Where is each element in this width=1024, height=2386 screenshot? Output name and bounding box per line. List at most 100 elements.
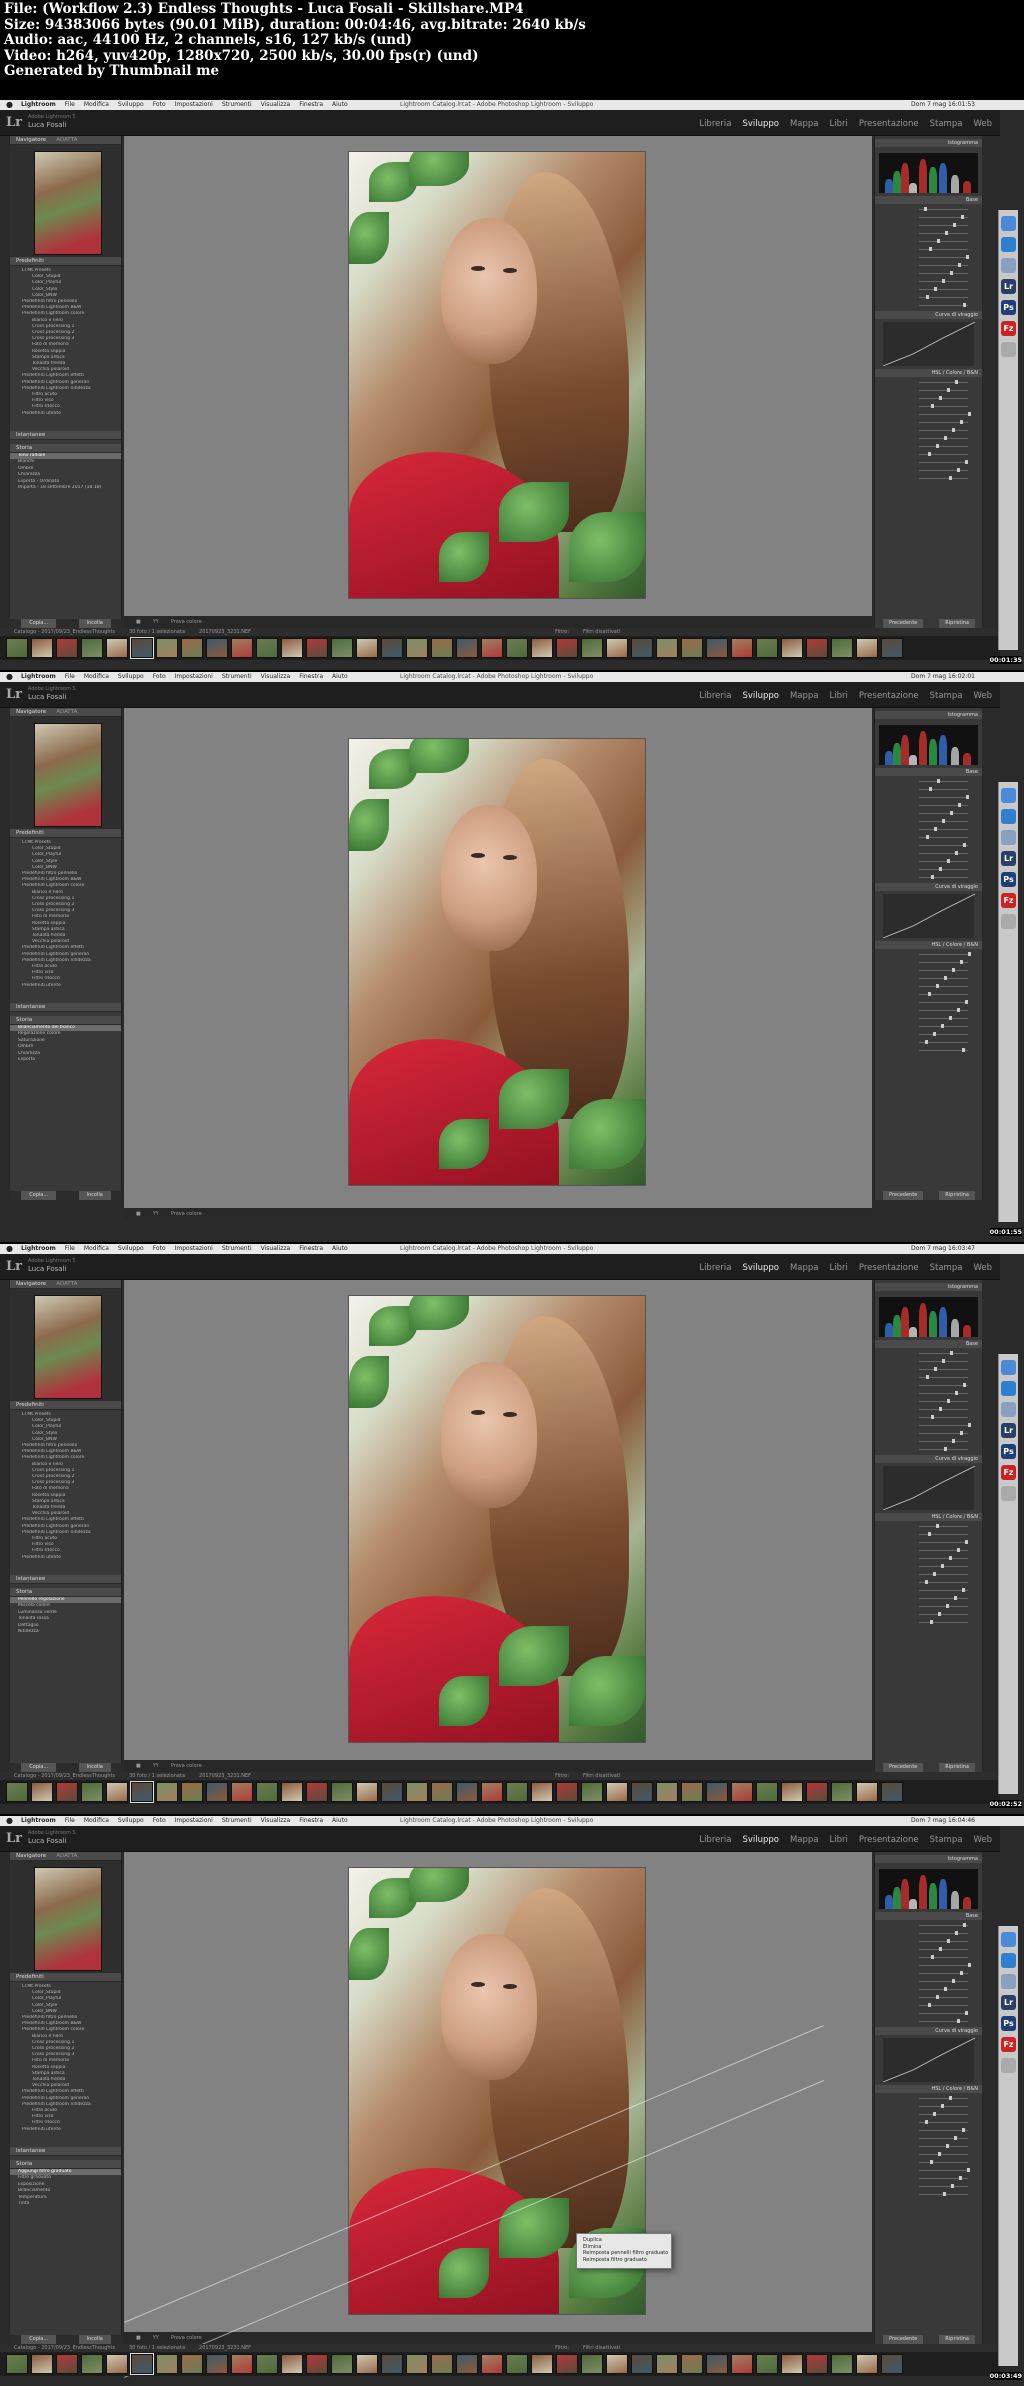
snapshots-header[interactable]: Istantanee [10,1002,121,1012]
navigator-header[interactable]: Navigatore ADATTA [10,708,121,717]
menu-item[interactable]: Visualizza [261,672,291,682]
tone-curve-line[interactable] [882,1465,976,1511]
menu-item[interactable]: Impostazioni [175,672,213,682]
trash-icon[interactable] [1001,2058,1016,2073]
filmstrip-thumbnail[interactable] [156,1782,178,1802]
module-tab[interactable]: Web [973,1835,992,1845]
filmstrip-thumbnail[interactable] [206,1782,228,1802]
filmstrip-thumbnail[interactable] [781,1782,803,1802]
module-tab[interactable]: Presentazione [859,119,919,129]
adjust-slider[interactable] [879,2095,978,2101]
history-item[interactable]: Importa - 18 settembre 2017 (18:18) [10,485,121,491]
filmstrip-thumbnail[interactable] [681,1782,703,1802]
paste-button[interactable]: Incolla [78,1191,111,1200]
menu-item[interactable]: Foto [153,1244,166,1254]
menu-item[interactable]: Aiuto [332,100,348,110]
module-tab[interactable]: Libri [830,1835,848,1845]
module-tab[interactable]: Web [973,1263,992,1273]
adjust-slider[interactable] [879,246,978,252]
filmstrip-thumbnail[interactable] [506,1782,528,1802]
finder-icon[interactable] [1001,216,1016,231]
filmstrip-thumbnail[interactable] [456,1782,478,1802]
adjust-slider[interactable] [879,262,978,268]
filmstrip-thumbnail[interactable] [281,1782,303,1802]
adjust-slider[interactable] [879,1946,978,1952]
adjust-slider[interactable] [879,1414,978,1420]
histogram-header[interactable]: Istogramma [875,711,982,719]
filmstrip-thumbnail[interactable] [356,2354,378,2374]
mail-icon[interactable] [1001,1974,1016,1989]
adjust-slider[interactable] [879,230,978,236]
module-tab[interactable]: Sviluppo [742,1263,779,1273]
photoshop-icon[interactable]: Ps [1001,2016,1016,2031]
filmstrip-thumbnail[interactable] [381,638,403,658]
filmstrip-thumbnail[interactable] [431,638,453,658]
filmstrip-thumbnail[interactable] [56,2354,78,2374]
navigator-thumbnail[interactable] [34,1295,102,1399]
adjust-slider[interactable] [879,2191,978,2197]
filmstrip-thumbnail[interactable] [106,638,128,658]
trash-icon[interactable] [1001,1486,1016,1501]
adjust-slider[interactable] [879,467,978,473]
filmstrip-thumbnail[interactable] [656,1782,678,1802]
filmstrip-thumbnail[interactable] [6,2354,28,2374]
photoshop-icon[interactable]: Ps [1001,872,1016,887]
tone-curve-graph[interactable] [882,2037,976,2083]
filmstrip-thumbnail[interactable] [306,1782,328,1802]
filmstrip-thumbnail[interactable] [831,638,853,658]
app-menu[interactable]: Lightroom [21,1816,56,1826]
navigator-preview[interactable] [10,717,121,829]
app-menu[interactable]: Lightroom [21,1244,56,1254]
adjust-slider[interactable] [879,1986,978,1992]
app-menu[interactable]: Lightroom [21,100,56,110]
filmstrip-thumbnail[interactable] [731,638,753,658]
adjust-slider[interactable] [879,379,978,385]
safari-icon[interactable] [1001,809,1016,824]
filmstrip-thumbnail[interactable] [631,2354,653,2374]
menu-item[interactable]: Modifica [84,1244,109,1254]
adjust-slider[interactable] [879,2143,978,2149]
apple-icon[interactable]: ● [6,100,13,110]
presets-header[interactable]: Predefiniti [10,1973,121,1982]
menu-item[interactable]: Sviluppo [118,100,144,110]
module-tab[interactable]: Sviluppo [742,691,779,701]
filter-dropdown[interactable]: Filtri disattivati [583,2344,620,2352]
filmstrip-thumbnail[interactable] [681,2354,703,2374]
adjust-slider[interactable] [879,2183,978,2189]
filmstrip-thumbnail[interactable] [130,637,154,659]
photoshop-icon[interactable]: Ps [1001,300,1016,315]
adjust-slider[interactable] [879,1938,978,1944]
adjust-slider[interactable] [879,254,978,260]
adjust-slider[interactable] [879,1023,978,1029]
histogram-header[interactable]: Istogramma [875,1283,982,1291]
history-header[interactable]: Storia [10,1015,121,1025]
adjust-slider[interactable] [879,1382,978,1388]
adjust-slider[interactable] [879,1603,978,1609]
menu-item[interactable]: Foto [153,672,166,682]
app-menu[interactable]: Lightroom [21,672,56,682]
filmstrip-thumbnail[interactable] [456,2354,478,2374]
adjust-slider[interactable] [879,834,978,840]
tone-curve-line[interactable] [882,321,976,367]
reset-button[interactable]: Ripristina [939,2335,975,2344]
filmstrip-thumbnail[interactable] [130,2353,154,2375]
adjust-slider[interactable] [879,983,978,989]
adjust-slider[interactable] [879,411,978,417]
adjust-slider[interactable] [879,294,978,300]
safari-icon[interactable] [1001,1953,1016,1968]
presets-header[interactable]: Predefiniti [10,1401,121,1410]
tone-curve-header[interactable]: Curva di viraggio [875,311,982,319]
adjust-slider[interactable] [879,451,978,457]
history-item[interactable]: Tinta [10,2201,121,2207]
adjust-slider[interactable] [879,1031,978,1037]
adjust-slider[interactable] [879,1446,978,1452]
module-tab[interactable]: Mappa [790,691,819,701]
filmstrip-thumbnail[interactable] [181,2354,203,2374]
module-tab[interactable]: Libri [830,119,848,129]
module-tab[interactable]: Libreria [699,1263,731,1273]
adjust-slider[interactable] [879,802,978,808]
adjust-slider[interactable] [879,1978,978,1984]
menu-item[interactable]: Finestra [299,100,323,110]
menu-item[interactable]: Modifica [84,100,109,110]
adjust-slider[interactable] [879,222,978,228]
